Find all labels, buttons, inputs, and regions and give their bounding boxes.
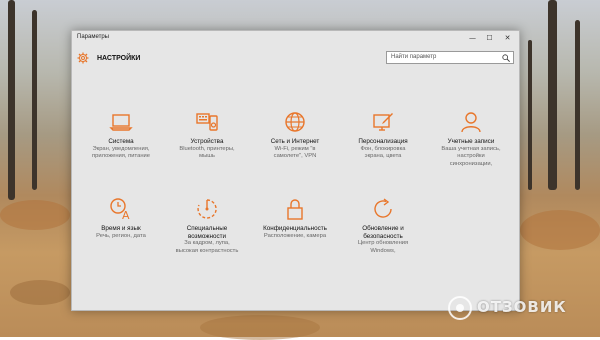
search-input[interactable]: Найти параметр bbox=[386, 51, 514, 64]
tile-desc: Ваша учетная запись, bbox=[441, 145, 501, 152]
tile-name: Система bbox=[108, 138, 134, 145]
tile-desc: Центр обновления bbox=[357, 240, 409, 246]
tile-name-line2: безопасность bbox=[363, 232, 403, 240]
tile-desc: Речь, регион, дата bbox=[96, 232, 146, 239]
tile-accessibility[interactable]: Специальные возможности За кадром, лупа,… bbox=[167, 197, 247, 255]
tile-name: Учетные записи bbox=[447, 138, 495, 145]
tile-name: Устройства bbox=[190, 138, 224, 145]
tile-name: Персонализация bbox=[358, 138, 408, 145]
tile-desc: экрана, цвета bbox=[364, 153, 402, 159]
minimize-button[interactable]: — bbox=[467, 33, 478, 44]
laptop-icon bbox=[109, 114, 133, 131]
otzovik-watermark: ОТЗОВИК bbox=[448, 296, 593, 322]
settings-header: НАСТРОЙКИ Найти параметр bbox=[72, 47, 519, 73]
tile-name: Сеть и Интернет bbox=[270, 138, 320, 145]
window-title: Параметры bbox=[77, 34, 109, 40]
tile-desc: Wi-Fi, режим "в bbox=[274, 145, 316, 152]
tile-desc: Фон, блокировка bbox=[360, 145, 406, 152]
page-title: НАСТРОЙКИ bbox=[97, 55, 141, 62]
tile-update-security[interactable]: Обновление и безопасность Центр обновлен… bbox=[343, 197, 423, 255]
watermark-text: ОТЗОВИК bbox=[477, 298, 567, 316]
tile-devices[interactable]: Устройства Bluetooth, принтеры, мышь bbox=[167, 110, 247, 161]
tile-desc: Bluetooth, принтеры, bbox=[179, 145, 235, 152]
tile-desc: Экран, уведомления, bbox=[92, 145, 150, 152]
tile-name-line2: возможности bbox=[187, 232, 227, 240]
tile-personalization[interactable]: Персонализация Фон, блокировка экрана, ц… bbox=[343, 110, 423, 161]
time-language-icon: A bbox=[110, 198, 130, 221]
tile-name: Время и язык bbox=[101, 225, 141, 232]
devices-icon bbox=[196, 113, 218, 131]
tile-desc: синхронизации, bbox=[449, 160, 493, 167]
tile-desc: Windows, bbox=[370, 247, 396, 254]
tile-desc: За кадром, лупа, bbox=[184, 240, 230, 246]
tile-desc: приложения, питание bbox=[92, 153, 150, 159]
globe-icon bbox=[285, 112, 305, 132]
maximize-button[interactable]: ☐ bbox=[484, 33, 495, 44]
close-button[interactable]: ✕ bbox=[502, 33, 513, 44]
tile-name: Специальные bbox=[186, 225, 228, 232]
tile-desc: мышь bbox=[199, 153, 215, 159]
search-icon[interactable] bbox=[502, 54, 510, 62]
tile-accounts[interactable]: Учетные записи Ваша учетная запись, наст… bbox=[431, 110, 511, 168]
gear-icon bbox=[77, 52, 89, 64]
tile-desc: самолете", VPN bbox=[273, 153, 317, 159]
person-icon bbox=[461, 112, 481, 133]
personalization-icon bbox=[373, 113, 393, 131]
settings-window[interactable]: Параметры — ☐ ✕ НАСТРОЙКИ Найти параметр bbox=[71, 30, 520, 311]
title-bar[interactable]: Параметры — ☐ ✕ bbox=[72, 31, 519, 47]
tile-privacy[interactable]: Конфиденциальность Расположение, камера bbox=[255, 197, 335, 240]
lock-icon bbox=[287, 199, 303, 220]
update-icon bbox=[374, 198, 392, 218]
accessibility-icon bbox=[197, 199, 217, 219]
tile-name: Обновление и bbox=[362, 225, 404, 232]
search-placeholder: Найти параметр bbox=[391, 54, 437, 60]
tile-desc: настройки bbox=[457, 153, 485, 159]
tile-desc: высокая контрастность bbox=[175, 247, 239, 254]
watermark-logo-icon bbox=[448, 296, 472, 320]
tile-time-language[interactable]: A Время и язык Речь, регион, дата bbox=[81, 197, 161, 240]
svg-text:A: A bbox=[122, 209, 130, 221]
tile-network[interactable]: Сеть и Интернет Wi-Fi, режим "в самолете… bbox=[255, 110, 335, 161]
tile-name: Конфиденциальность bbox=[263, 225, 327, 232]
tile-system[interactable]: Система Экран, уведомления, приложения, … bbox=[81, 110, 161, 161]
tile-desc: Расположение, камера bbox=[263, 232, 327, 239]
